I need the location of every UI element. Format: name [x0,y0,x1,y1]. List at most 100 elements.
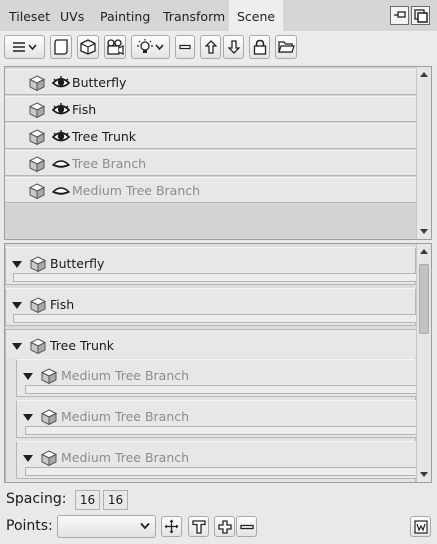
tree-scrollbar[interactable] [416,244,431,482]
object-label: Butterfly [72,75,127,90]
add-object-button[interactable] [77,35,99,59]
node-property-bar [25,426,418,435]
node-label: Tree Trunk [50,338,115,353]
tree-node[interactable]: Medium Tree Branch [16,359,418,397]
expand-arrow-icon[interactable] [23,455,33,462]
eye-closed-icon[interactable] [52,184,70,198]
tree-node[interactable]: Medium Tree Branch [16,400,418,438]
eye-icon[interactable] [52,76,70,90]
tree-node[interactable]: Tree Trunk [6,330,417,358]
move-up-button[interactable] [200,35,221,59]
eye-closed-icon[interactable] [52,157,70,171]
lightbulb-icon [137,39,153,53]
cube-icon [29,75,45,91]
chevron-down-icon [28,44,37,50]
cube-icon [29,156,45,172]
menu-dropdown[interactable] [4,35,45,59]
shape-button[interactable] [50,35,72,59]
list-item[interactable]: Tree Branch [5,150,416,176]
lock-icon [253,39,266,55]
node-property-bar [25,467,418,476]
cube-icon [30,338,46,354]
tab-transform[interactable]: Transform [155,0,233,31]
light-dropdown[interactable] [131,35,170,59]
list-item[interactable]: Tree Trunk [5,123,416,149]
scroll-down-icon[interactable] [420,472,428,477]
lock-button[interactable] [249,35,270,59]
camera-button[interactable] [104,35,126,59]
scroll-up-icon[interactable] [420,249,428,254]
menu-icon [13,42,25,52]
tab-tileset[interactable]: Tileset [1,0,58,31]
points-label: Points: [6,518,53,534]
cube-icon [41,368,57,384]
move-points-button[interactable] [161,516,182,537]
eye-icon[interactable] [52,130,70,144]
list-item[interactable]: Butterfly [5,69,416,95]
move-down-button[interactable] [223,35,244,59]
expand-arrow-icon[interactable] [23,414,33,421]
expand-arrow-icon[interactable] [12,343,22,350]
text-button[interactable] [188,516,209,537]
list-item[interactable]: Fish [5,96,416,122]
tab-bar: Tileset UVs Painting Transform Scene [0,0,437,31]
object-label: Tree Branch [72,156,147,171]
eye-icon[interactable] [52,103,70,117]
shape-icon [54,39,68,55]
tab-scene[interactable]: Scene [229,0,284,31]
node-label: Butterfly [50,256,105,271]
tree-node[interactable]: Butterfly [5,247,417,285]
remove-point-button[interactable] [236,516,257,537]
scroll-down-icon[interactable] [420,229,428,234]
text-icon [191,519,206,534]
remove-button[interactable] [175,35,195,59]
scene-tree-panel: Butterfly Fish Tree Trunk Medium Tree Br… [4,243,432,483]
node-label: Medium Tree Branch [61,450,190,465]
cube-icon [41,409,57,425]
tree-node-expanded: Tree Trunk Medium Tree Branch Medium Tre… [5,329,418,482]
tree-node[interactable]: Fish [5,288,417,326]
cube-icon [41,450,57,466]
minus-icon [239,524,254,529]
minus-icon [179,44,191,50]
chevron-down-icon [140,522,150,530]
arrow-up-icon [204,40,217,54]
restore-icon [394,11,406,18]
cube-icon [29,183,45,199]
cube-icon [29,102,45,118]
chevron-down-icon [155,44,164,50]
node-property-bar [25,385,418,394]
expand-arrow-icon[interactable] [12,261,22,268]
spacing-label: Spacing: [6,491,67,507]
add-point-button[interactable] [214,516,235,537]
points-select[interactable] [57,515,156,538]
maximize-icon [414,9,428,23]
scroll-up-icon[interactable] [420,72,428,77]
move-icon [164,519,179,534]
list-item[interactable]: Medium Tree Branch [5,177,416,203]
corner-options-button[interactable] [410,516,431,537]
tree-node[interactable]: Medium Tree Branch [16,441,418,479]
plus-icon [217,519,232,534]
node-property-bar [13,273,417,282]
restore-window-button[interactable] [390,6,409,25]
w-icon [413,519,428,534]
list-scrollbar[interactable] [416,67,431,239]
spacing-y-field[interactable]: 16 [103,490,128,510]
node-label: Medium Tree Branch [61,409,190,424]
tab-painting[interactable]: Painting [92,0,158,31]
scroll-thumb[interactable] [419,264,429,334]
expand-arrow-icon[interactable] [12,302,22,309]
object-list-panel: Butterfly Fish Tree Trunk Tree Branch Me… [4,66,432,240]
object-label: Medium Tree Branch [72,183,201,198]
expand-arrow-icon[interactable] [23,373,33,380]
maximize-window-button[interactable] [411,6,430,25]
node-label: Medium Tree Branch [61,368,190,383]
open-folder-button[interactable] [275,35,297,59]
node-property-bar [13,314,417,323]
tab-uvs[interactable]: UVs [52,0,92,31]
spacing-x-field[interactable]: 16 [75,490,100,510]
cube-icon [29,129,45,145]
cube-icon [80,39,96,55]
object-label: Tree Trunk [72,129,137,144]
